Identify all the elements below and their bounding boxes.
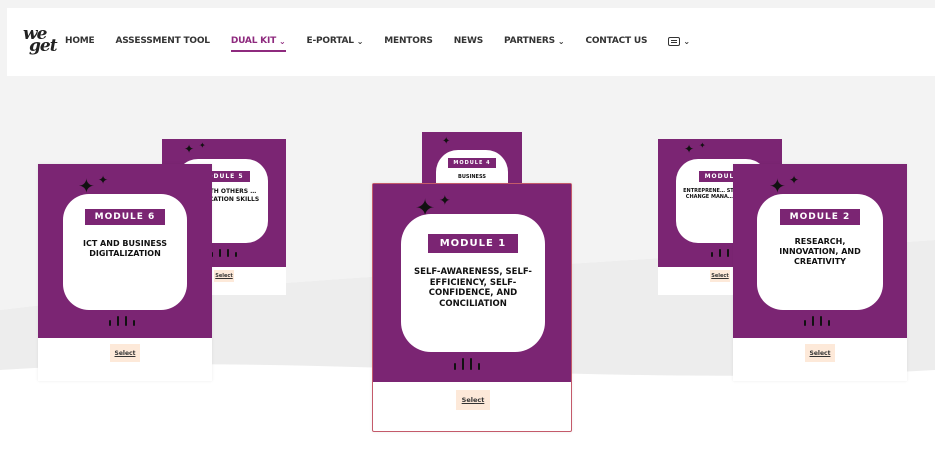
module-card-panel: MODULE 6 ICT AND BUSINESS DIGITALIZATION — [63, 194, 187, 310]
nav-mentors[interactable]: MENTORS — [384, 36, 433, 46]
module-card-1[interactable]: ✦ ✦ MODULE 1 SELF-AWARENESS, SELF-EFFICI… — [372, 183, 572, 432]
module-title: SELF-AWARENESS, SELF-EFFICIENCY, SELF-CO… — [414, 267, 532, 309]
sparkle-icon: ✦ — [442, 136, 451, 147]
nav-dual-kit[interactable]: DUAL KIT ⌄ — [230, 36, 286, 52]
select-button[interactable]: Select — [456, 390, 490, 410]
module-label: MODULE 4 — [448, 158, 496, 168]
nav-e-portal[interactable]: E-PORTAL ⌄ — [307, 36, 364, 46]
module-card-2[interactable]: ✦ ✦ MODULE 2 RESEARCH, INNOVATION, AND C… — [733, 164, 907, 381]
chat-icon — [668, 36, 681, 46]
chevron-down-icon: ⌄ — [683, 36, 690, 46]
select-button[interactable]: Select — [214, 270, 234, 282]
module-title: BUSINESS — [458, 174, 486, 180]
nav-news[interactable]: NEWS — [454, 36, 483, 46]
sparkle-icon: ✦ — [789, 173, 800, 187]
sparkle-icon: ✦ — [684, 142, 695, 156]
module-card-panel: MODULE 1 SELF-AWARENESS, SELF-EFFICIENCY… — [401, 214, 545, 352]
module-card-panel: MODULE 2 RESEARCH, INNOVATION, AND CREAT… — [757, 194, 883, 310]
module-label: MODULE 1 — [427, 234, 519, 253]
main-nav: HOME ASSESSMENT TOOL DUAL KIT ⌄ E-PORTAL ⌄… — [65, 36, 711, 52]
module-card-6[interactable]: ✦ ✦ MODULE 6 ICT AND BUSINESS DIGITALIZA… — [38, 164, 212, 381]
module-title: RESEARCH, INNOVATION, AND CREATIVITY — [779, 237, 861, 266]
sparkle-icon: ✦ — [184, 142, 195, 156]
sparkle-icon: ✦ — [78, 174, 95, 198]
nav-assessment-tool[interactable]: ASSESSMENT TOOL — [116, 36, 211, 46]
chevron-down-icon: ⌄ — [557, 36, 565, 46]
nav-contact-us[interactable]: CONTACT US — [585, 36, 647, 46]
sparkle-icon: ✦ — [699, 141, 706, 150]
site-logo[interactable]: we get — [23, 26, 58, 55]
nav-chat-menu[interactable]: ⌄ — [668, 36, 690, 46]
chevron-down-icon: ⌄ — [356, 36, 364, 46]
rays-decoration — [801, 316, 833, 326]
nav-home[interactable]: HOME — [65, 36, 95, 46]
rays-decoration — [451, 358, 483, 370]
rays-decoration — [208, 249, 240, 257]
sparkle-icon: ✦ — [199, 141, 206, 150]
select-button[interactable]: Select — [710, 270, 730, 282]
chevron-down-icon: ⌄ — [279, 36, 286, 46]
rays-decoration — [106, 316, 138, 326]
select-button[interactable]: Select — [805, 344, 835, 362]
sparkle-icon: ✦ — [769, 174, 786, 198]
module-label: MODULE 6 — [84, 209, 166, 225]
nav-partners[interactable]: PARTNERS ⌄ — [504, 36, 565, 46]
module-title: ICT AND BUSINESS DIGITALIZATION — [82, 239, 168, 258]
module-label: MODULE 2 — [779, 209, 861, 225]
site-header: we get HOME ASSESSMENT TOOL DUAL KIT ⌄ E-… — [7, 8, 935, 76]
select-button[interactable]: Select — [110, 344, 140, 362]
sparkle-icon: ✦ — [439, 193, 451, 209]
sparkle-icon: ✦ — [98, 173, 109, 187]
